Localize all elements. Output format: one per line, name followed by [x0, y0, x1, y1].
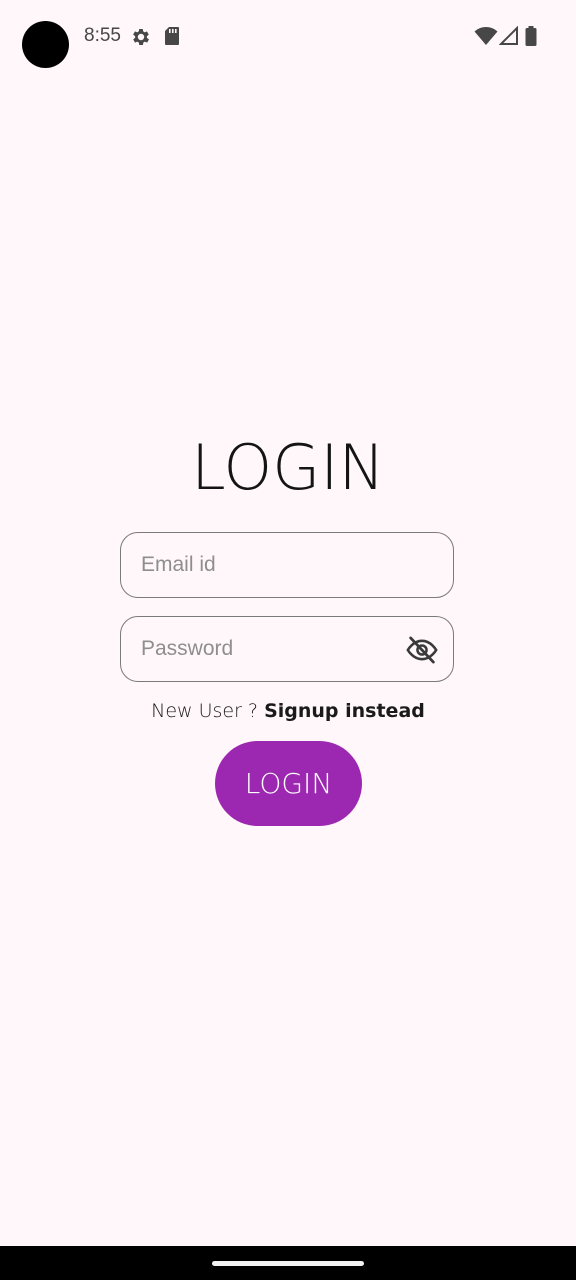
status-bar: 8:55 [0, 0, 576, 76]
login-button[interactable]: LOGIN [215, 741, 362, 826]
email-field[interactable] [120, 532, 454, 598]
password-field[interactable] [120, 616, 454, 682]
email-input[interactable] [141, 533, 401, 597]
navigation-bar [0, 1246, 576, 1280]
signup-row: New User ? Signup instead [0, 700, 576, 722]
home-gesture-handle[interactable] [212, 1261, 364, 1266]
password-input[interactable] [141, 617, 401, 681]
gear-icon [130, 26, 152, 52]
signup-link[interactable]: Signup instead [264, 700, 425, 722]
sd-card-icon [164, 26, 180, 50]
page-title: LOGIN [191, 431, 385, 504]
battery-icon [525, 26, 537, 50]
camera-cutout [22, 21, 69, 68]
eye-off-icon[interactable] [405, 633, 439, 667]
signup-prompt: New User ? [151, 700, 265, 722]
signal-icon [498, 25, 519, 50]
wifi-icon [474, 26, 498, 50]
status-time: 8:55 [84, 25, 121, 46]
